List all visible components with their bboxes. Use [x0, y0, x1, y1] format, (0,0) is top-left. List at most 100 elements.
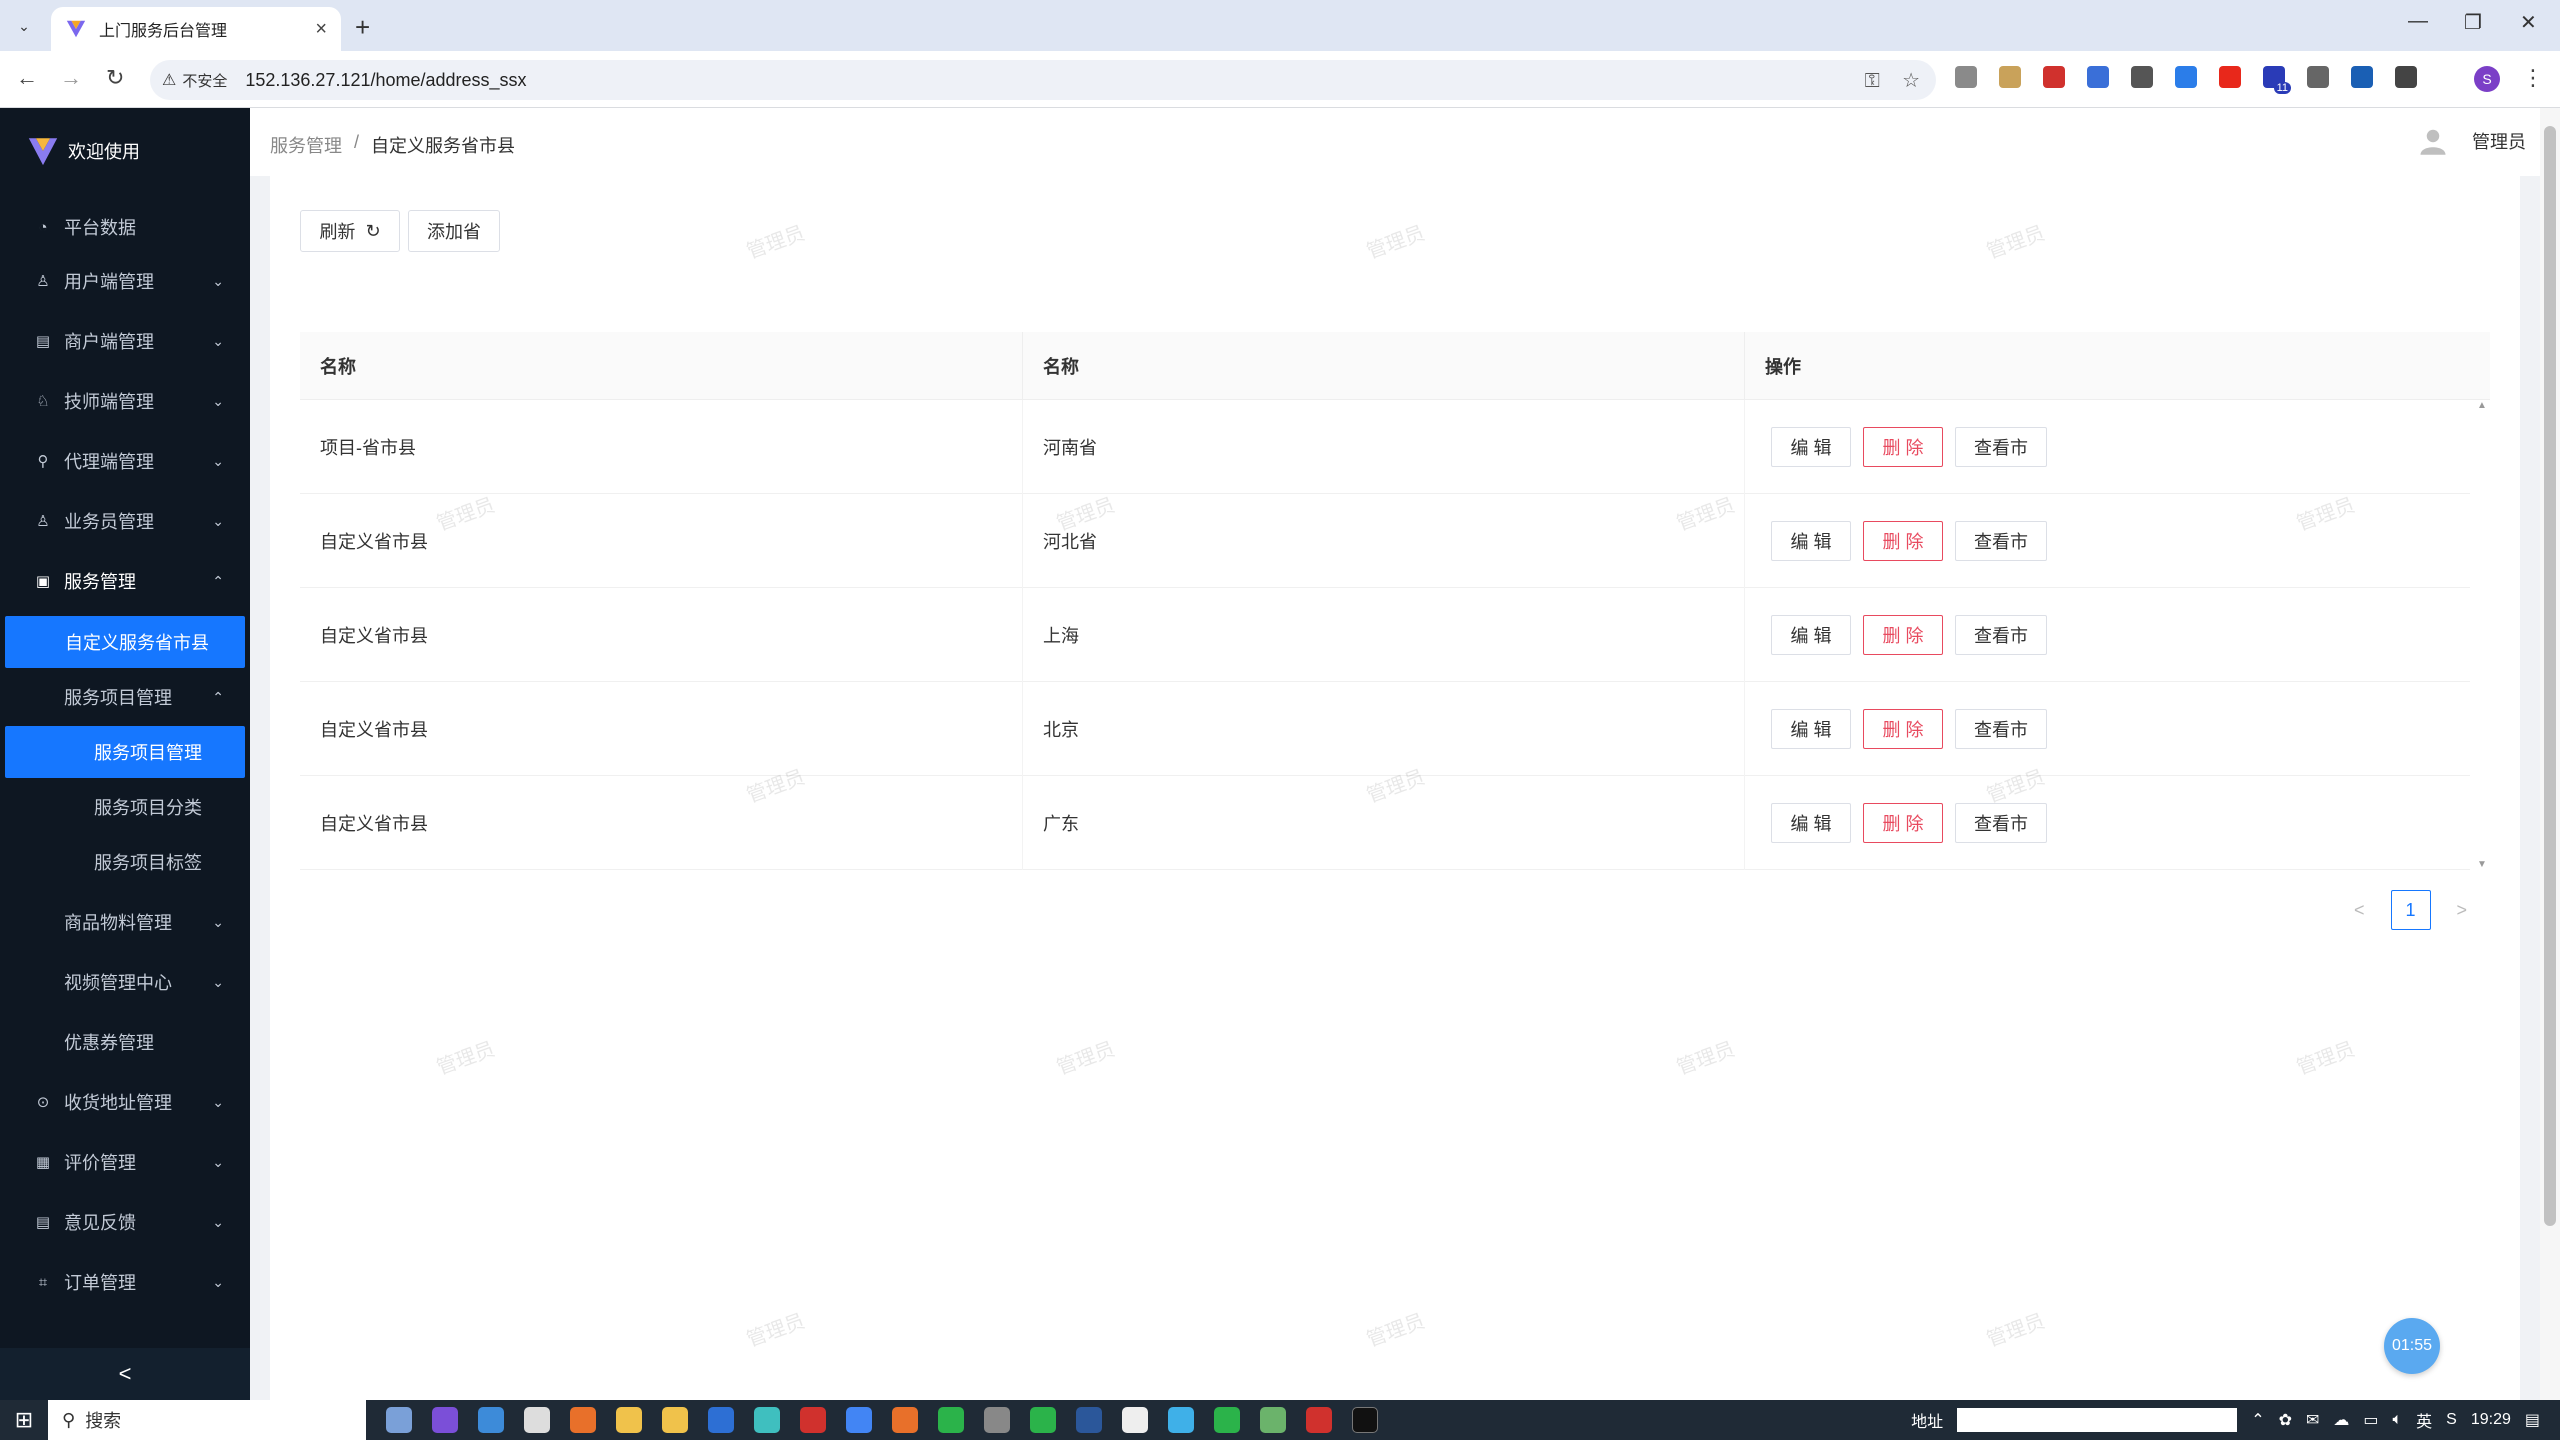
- copy-ext-icon[interactable]: [2131, 66, 2153, 88]
- taskbar-app-icon[interactable]: [478, 1407, 504, 1433]
- edit-button[interactable]: 编 辑: [1771, 520, 1851, 561]
- sidebar-item-technician-management[interactable]: ♘ 技师端管理 ⌄: [0, 375, 250, 427]
- taskbar-app-icon[interactable]: [524, 1407, 550, 1433]
- next-page-icon[interactable]: >: [2457, 900, 2468, 921]
- view-cities-button[interactable]: 查看市: [1955, 614, 2047, 655]
- address-toolbar-input[interactable]: [1957, 1408, 2238, 1432]
- scroll-up-icon[interactable]: ▲: [2477, 400, 2487, 411]
- close-window-icon[interactable]: ✕: [2520, 10, 2537, 35]
- reload-icon[interactable]: ↻: [106, 65, 124, 91]
- forward-icon[interactable]: →: [60, 65, 82, 91]
- tray-app-icon[interactable]: ✿: [2279, 1410, 2292, 1430]
- word-icon[interactable]: [1076, 1407, 1102, 1433]
- new-tab-button[interactable]: +: [355, 12, 370, 43]
- notification-icon[interactable]: ▤: [2525, 1410, 2540, 1430]
- taskbar-app-icon[interactable]: [892, 1407, 918, 1433]
- taskbar-app-icon[interactable]: [1214, 1407, 1240, 1433]
- add-province-button[interactable]: 添加省: [408, 210, 500, 252]
- taskbar-app-icon[interactable]: [1030, 1407, 1056, 1433]
- breadcrumb-parent[interactable]: 服务管理: [270, 132, 342, 158]
- wechat-tray-icon[interactable]: ✉: [2306, 1410, 2319, 1430]
- view-cities-button[interactable]: 查看市: [1955, 520, 2047, 561]
- wps-icon[interactable]: [800, 1407, 826, 1433]
- sogou-ime-icon[interactable]: S: [2446, 1411, 2457, 1429]
- sidebar-item-coupon-management[interactable]: 优惠券管理: [0, 1016, 250, 1068]
- sidebar-item-review-management[interactable]: ▦ 评价管理 ⌄: [0, 1136, 250, 1188]
- windows-start-icon[interactable]: ⊞: [0, 1400, 48, 1440]
- profile-avatar[interactable]: S: [2474, 66, 2500, 92]
- edit-button[interactable]: 编 辑: [1771, 802, 1851, 843]
- bookmark-star-icon[interactable]: ☆: [1902, 70, 1920, 92]
- tab-search-chevron-icon[interactable]: ⌄: [11, 13, 37, 39]
- view-cities-button[interactable]: 查看市: [1955, 426, 2047, 467]
- delete-button[interactable]: 删 除: [1863, 426, 1943, 467]
- page-scrollbar-thumb[interactable]: [2544, 126, 2556, 1226]
- taskbar-app-icon[interactable]: [754, 1407, 780, 1433]
- tab-close-icon[interactable]: ×: [315, 18, 327, 41]
- tray-chevron-up-icon[interactable]: ⌃: [2251, 1410, 2264, 1430]
- sidebar-item-agent-management[interactable]: ⚲ 代理端管理 ⌄: [0, 435, 250, 487]
- clock[interactable]: 19:29: [2471, 1411, 2511, 1429]
- taskbar-app-icon[interactable]: [1260, 1407, 1286, 1433]
- sidebar-item-shipping-address[interactable]: ⊙ 收货地址管理 ⌄: [0, 1076, 250, 1128]
- taskbar-search[interactable]: ⚲ 搜索: [48, 1400, 366, 1440]
- sidebar-item-service-management[interactable]: ▣ 服务管理 ⌃: [0, 555, 250, 607]
- view-cities-button[interactable]: 查看市: [1955, 802, 2047, 843]
- prev-page-icon[interactable]: <: [2354, 900, 2365, 921]
- delete-button[interactable]: 删 除: [1863, 802, 1943, 843]
- timer-bubble[interactable]: 01:55: [2384, 1318, 2440, 1374]
- taskbar-app-icon[interactable]: [386, 1407, 412, 1433]
- back-icon[interactable]: ←: [16, 65, 38, 91]
- taskbar-app-icon[interactable]: [1306, 1407, 1332, 1433]
- sidebar-item-service-project-management[interactable]: 服务项目管理: [5, 726, 245, 778]
- sidebar-item-service-project-tags[interactable]: 服务项目标签: [0, 836, 250, 888]
- refresh-button[interactable]: 刷新 ↻: [300, 210, 400, 252]
- table-scrollbar[interactable]: ▲ ▼: [2474, 400, 2490, 870]
- restore-icon[interactable]: ❐: [2464, 10, 2482, 35]
- delete-button[interactable]: 删 除: [1863, 708, 1943, 749]
- translate-ext-icon[interactable]: [2175, 66, 2197, 88]
- ime-indicator[interactable]: 英: [2416, 1408, 2432, 1432]
- edit-button[interactable]: 编 辑: [1771, 426, 1851, 467]
- taskbar-app-icon[interactable]: [708, 1407, 734, 1433]
- share-ext-icon[interactable]: [2087, 66, 2109, 88]
- volume-icon[interactable]: 🔈︎: [2393, 1411, 2403, 1429]
- page-scrollbar[interactable]: [2540, 108, 2560, 1400]
- edit-button[interactable]: 编 辑: [1771, 614, 1851, 655]
- terminal-icon[interactable]: [1352, 1407, 1378, 1433]
- image-ext-icon[interactable]: [1999, 66, 2021, 88]
- sidebar-item-dashboard[interactable]: ◔ 平台数据: [0, 201, 250, 253]
- pdf-ext-icon[interactable]: [2219, 66, 2241, 88]
- sidebar-item-feedback[interactable]: ▤ 意见反馈 ⌄: [0, 1196, 250, 1248]
- minimize-icon[interactable]: —: [2408, 10, 2428, 33]
- security-indicator[interactable]: ⚠ 不安全: [162, 70, 227, 91]
- folder-icon[interactable]: [662, 1407, 688, 1433]
- shield-ext-icon[interactable]: [2043, 66, 2065, 88]
- delete-button[interactable]: 删 除: [1863, 520, 1943, 561]
- chat-icon[interactable]: [1122, 1407, 1148, 1433]
- sidebar-item-service-project-category[interactable]: 服务项目分类: [0, 781, 250, 833]
- browser-tab-active[interactable]: 上门服务后台管理 ×: [51, 7, 341, 51]
- folder-icon[interactable]: [616, 1407, 642, 1433]
- wechat-icon[interactable]: [938, 1407, 964, 1433]
- camera-ext-icon[interactable]: [1955, 66, 1977, 88]
- browser-menu-icon[interactable]: ⋮: [2522, 65, 2544, 91]
- sidebar-item-video-center[interactable]: 视频管理中心 ⌄: [0, 956, 250, 1008]
- sidebar-item-order-management[interactable]: ⌗ 订单管理 ⌄: [0, 1256, 250, 1308]
- key-icon[interactable]: ⚿: [1865, 70, 1880, 92]
- cloud-tray-icon[interactable]: ☁: [2333, 1410, 2349, 1430]
- taskbar-app-icon[interactable]: [432, 1407, 458, 1433]
- x-ext-icon[interactable]: [2351, 66, 2373, 88]
- chrome-icon[interactable]: [846, 1407, 872, 1433]
- sidebar-item-salesperson-management[interactable]: ♙ 业务员管理 ⌄: [0, 495, 250, 547]
- view-cities-button[interactable]: 查看市: [1955, 708, 2047, 749]
- sidebar-item-goods-materials[interactable]: 商品物料管理 ⌄: [0, 896, 250, 948]
- address-bar[interactable]: ⚠ 不安全 152.136.27.121/home/address_ssx ⚿ ☆: [150, 60, 1936, 100]
- taskbar-app-icon[interactable]: [984, 1407, 1010, 1433]
- taskbar-app-icon[interactable]: [1168, 1407, 1194, 1433]
- sidebar-item-user-management[interactable]: ♙ 用户端管理 ⌄: [0, 255, 250, 307]
- sidebar-item-merchant-management[interactable]: ▤ 商户端管理 ⌄: [0, 315, 250, 367]
- delete-button[interactable]: 删 除: [1863, 614, 1943, 655]
- firefox-icon[interactable]: [570, 1407, 596, 1433]
- page-number-current[interactable]: 1: [2390, 890, 2431, 930]
